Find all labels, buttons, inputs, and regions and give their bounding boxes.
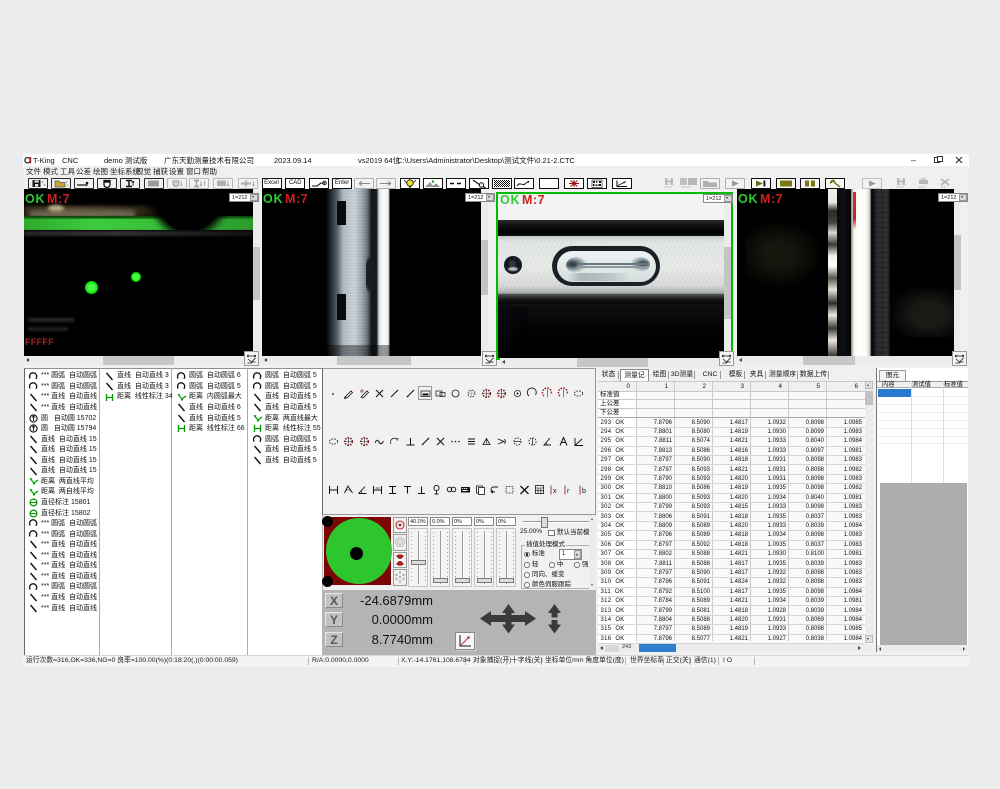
svg-text:x: x bbox=[553, 488, 557, 495]
svg-text:r: r bbox=[567, 488, 570, 495]
svg-text:b: b bbox=[582, 488, 586, 495]
